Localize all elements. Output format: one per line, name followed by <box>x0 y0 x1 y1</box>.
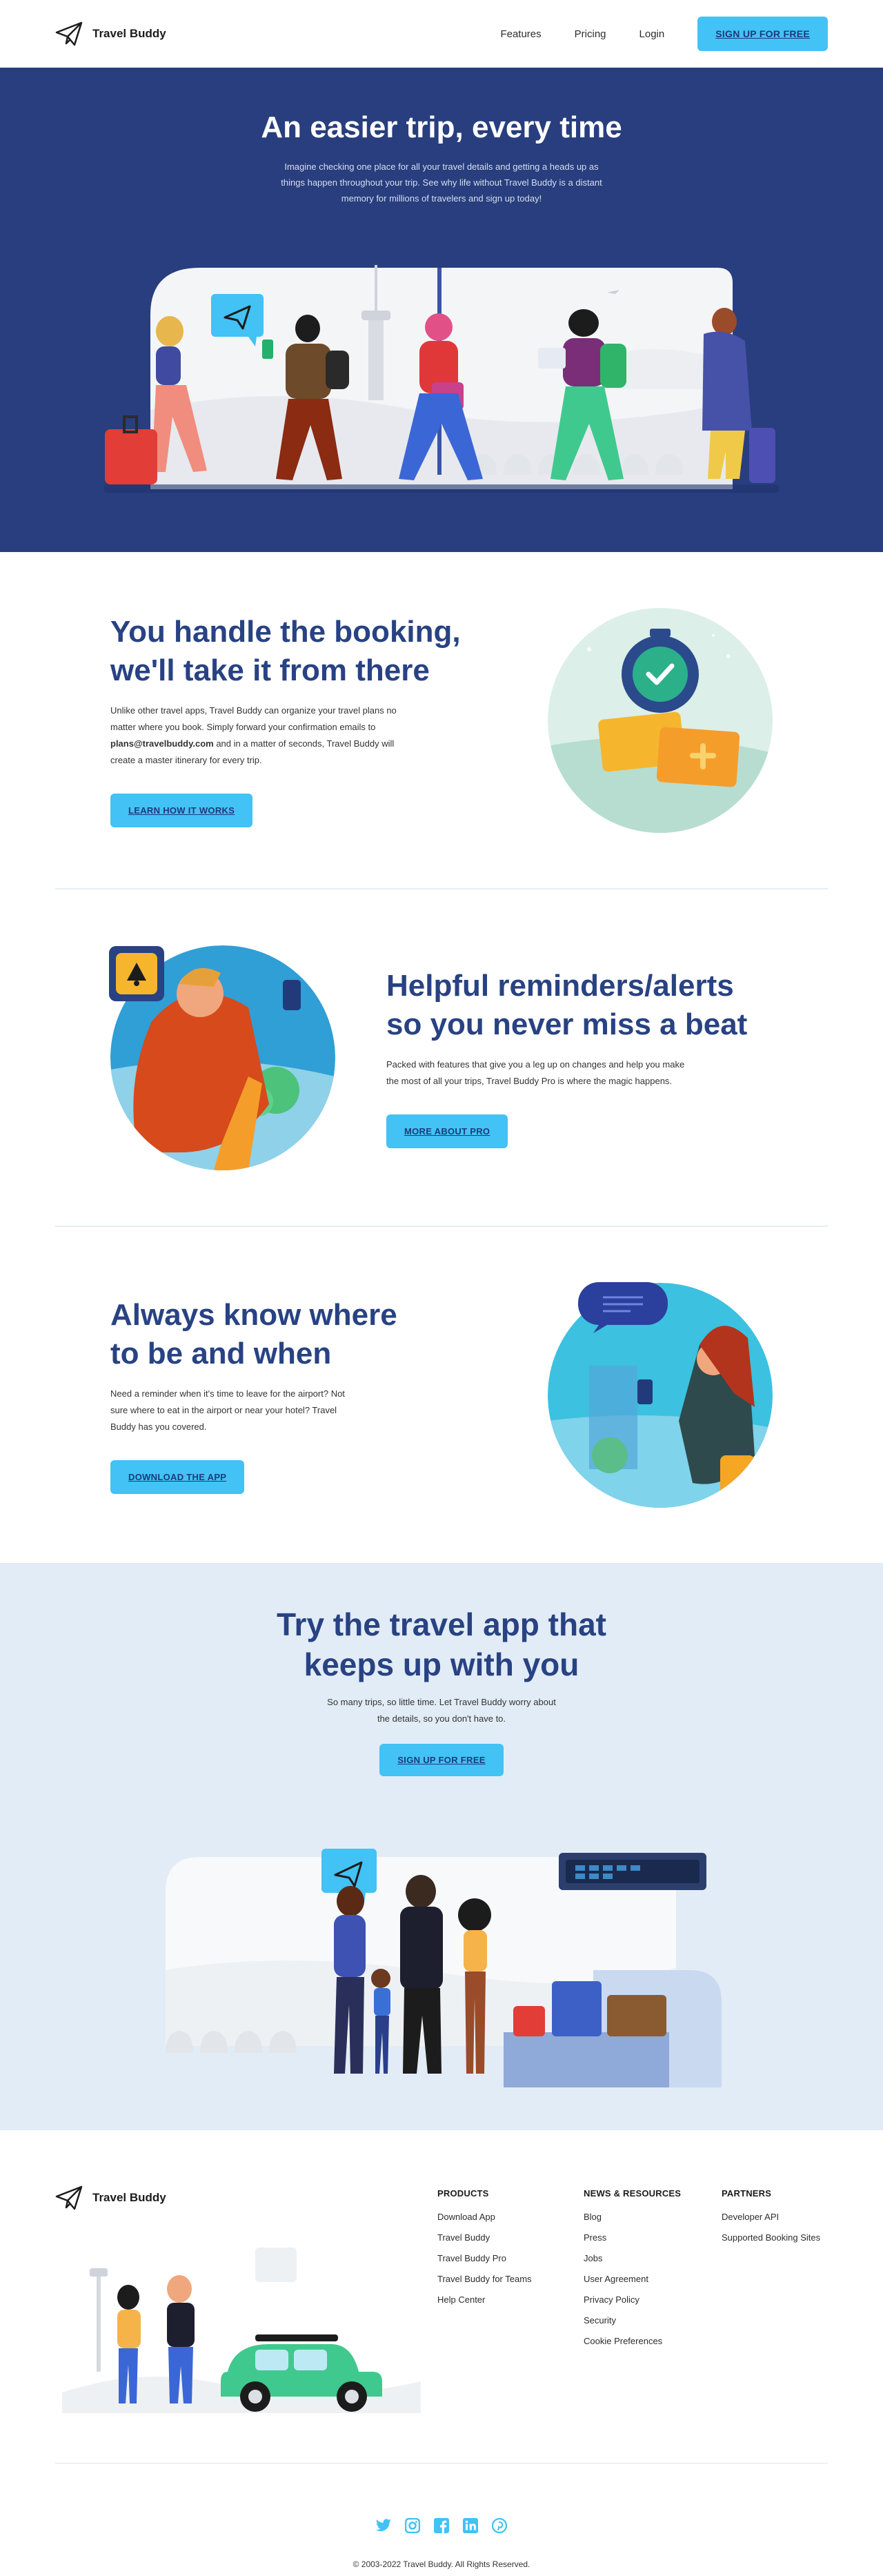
instagram-icon[interactable] <box>404 2517 421 2535</box>
feature-booking-title-line1: You handle the booking, <box>110 615 461 649</box>
nav-link-features[interactable]: Features <box>500 28 541 40</box>
footer-link-download-app[interactable]: Download App <box>437 2207 532 2228</box>
booking-illustration <box>548 607 773 833</box>
footer-brand[interactable]: Travel Buddy <box>55 2185 166 2210</box>
hero-section: An easier trip, every time Imagine check… <box>0 68 883 552</box>
footer-link-developer-api[interactable]: Developer API <box>722 2207 820 2228</box>
feature-reminders-text: Packed with features that give you a leg… <box>386 1059 685 1086</box>
hero-description: Imagine checking one place for all your … <box>281 161 602 204</box>
footer-partners: PARTNERS Developer API Supported Booking… <box>722 2188 820 2248</box>
copyright-text: © 2003-2022 Travel Buddy. All Rights Res… <box>353 2559 530 2569</box>
site-footer: Travel Buddy PRODUCTS Download App Trave… <box>0 2130 883 2572</box>
footer-link-travel-buddy[interactable]: Travel Buddy <box>437 2228 532 2248</box>
cta-section: Try the travel app that keeps up with yo… <box>0 1563 883 2130</box>
feature-location-copy: Always know where to be and when Need a … <box>110 1296 497 1494</box>
cta-title-line2: keeps up with you <box>304 1646 579 1682</box>
nav-link-login[interactable]: Login <box>639 28 665 40</box>
feature-reminders-copy: Helpful reminders/alerts so you never mi… <box>386 967 773 1148</box>
nav-link-pricing[interactable]: Pricing <box>575 28 606 40</box>
feature-location-title-line2: to be and when <box>110 1337 332 1370</box>
feature-reminders-title-line1: Helpful reminders/alerts <box>386 969 734 1003</box>
nav-links: Features Pricing Login SIGN UP FOR FREE <box>500 17 828 51</box>
footer-link-help-center[interactable]: Help Center <box>437 2290 532 2310</box>
footer-link-blog[interactable]: Blog <box>584 2207 681 2228</box>
footer-divider <box>55 2463 828 2464</box>
hero-illustration <box>103 265 780 493</box>
twitter-icon[interactable] <box>375 2517 393 2535</box>
feature-location-text: Need a reminder when it's time to leave … <box>110 1388 345 1432</box>
linkedin-icon[interactable] <box>462 2517 479 2535</box>
feature-reminders-title-line2: so you never miss a beat <box>386 1007 748 1041</box>
footer-heading-news: NEWS & RESOURCES <box>584 2188 682 2199</box>
feature-booking-text-start: Unlike other travel apps, Travel Buddy c… <box>110 705 397 732</box>
footer-link-press[interactable]: Press <box>584 2228 681 2248</box>
hero-title: An easier trip, every time <box>261 110 622 144</box>
feature-location-title: Always know where to be and when <box>110 1296 497 1373</box>
cta-title: Try the travel app that keeps up with yo… <box>0 1563 883 1684</box>
feature-booking-title: You handle the booking, we'll take it fr… <box>110 613 497 690</box>
footer-link-jobs[interactable]: Jobs <box>584 2248 681 2269</box>
top-nav: Travel Buddy Features Pricing Login SIGN… <box>0 0 883 68</box>
footer-link-privacy-policy[interactable]: Privacy Policy <box>584 2290 681 2310</box>
footer-illustration <box>62 2248 421 2413</box>
feature-location: Always know where to be and when Need a … <box>0 1227 883 1563</box>
cta-button-wrap: SIGN UP FOR FREE <box>0 1744 883 1776</box>
brand-name: Travel Buddy <box>92 27 166 40</box>
footer-news-resources: NEWS & RESOURCES Blog Press Jobs User Ag… <box>584 2188 681 2352</box>
cta-illustration <box>166 1849 722 2087</box>
download-app-button[interactable]: DOWNLOAD THE APP <box>110 1460 245 1494</box>
more-about-pro-button[interactable]: MORE ABOUT PRO <box>386 1114 508 1148</box>
signup-button[interactable]: SIGN UP FOR FREE <box>697 17 828 51</box>
feature-booking-text: Unlike other travel apps, Travel Buddy c… <box>110 702 414 769</box>
bell-icon <box>109 946 164 1001</box>
learn-how-it-works-button[interactable]: LEARN HOW IT WORKS <box>110 794 253 827</box>
feature-booking-copy: You handle the booking, we'll take it fr… <box>110 613 497 827</box>
brand-logo[interactable]: Travel Buddy <box>55 21 166 46</box>
footer-link-travel-buddy-pro[interactable]: Travel Buddy Pro <box>437 2248 532 2269</box>
social-links <box>0 2517 883 2535</box>
footer-link-cookie-preferences[interactable]: Cookie Preferences <box>584 2331 681 2352</box>
footer-link-supported-booking-sites[interactable]: Supported Booking Sites <box>722 2228 820 2248</box>
footer-heading-products: PRODUCTS <box>437 2188 489 2199</box>
chat-bubble-icon <box>578 1282 668 1333</box>
footer-link-user-agreement[interactable]: User Agreement <box>584 2269 681 2290</box>
feature-location-title-line1: Always know where <box>110 1298 397 1332</box>
feature-reminders-title: Helpful reminders/alerts so you never mi… <box>386 967 773 1044</box>
plans-email: plans@travelbuddy.com <box>110 738 214 749</box>
cta-description: So many trips, so little time. Let Trave… <box>327 1697 556 1724</box>
cta-title-line1: Try the travel app that <box>276 1606 606 1642</box>
footer-link-travel-buddy-teams[interactable]: Travel Buddy for Teams <box>437 2269 532 2290</box>
feature-reminders: Helpful reminders/alerts so you never mi… <box>0 889 883 1226</box>
cta-signup-button[interactable]: SIGN UP FOR FREE <box>379 1744 504 1776</box>
footer-link-security[interactable]: Security <box>584 2310 681 2331</box>
paper-plane-icon <box>55 21 83 46</box>
footer-products: PRODUCTS Download App Travel Buddy Trave… <box>437 2188 532 2310</box>
facebook-icon[interactable] <box>433 2517 450 2535</box>
footer-brand-name: Travel Buddy <box>92 2191 166 2204</box>
pinterest-icon[interactable] <box>490 2517 508 2535</box>
paper-plane-icon <box>55 2185 83 2210</box>
feature-booking: You handle the booking, we'll take it fr… <box>0 552 883 888</box>
footer-heading-partners: PARTNERS <box>722 2188 772 2199</box>
feature-booking-title-line2: we'll take it from there <box>110 653 430 687</box>
